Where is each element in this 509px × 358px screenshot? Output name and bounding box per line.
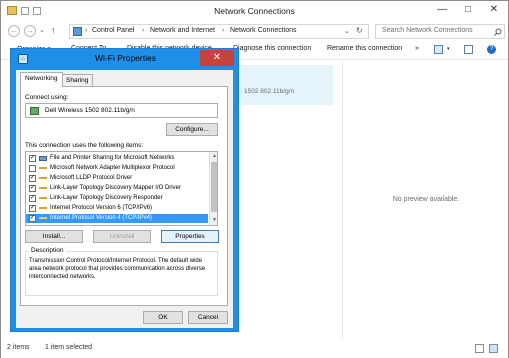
adapter-box: Dell Wireless 1502 802.11b/g/n	[25, 103, 218, 118]
configure-button[interactable]: Configure...	[166, 123, 218, 136]
protocol-icon	[39, 167, 47, 170]
selection-count: 1 item selected	[45, 344, 93, 351]
description-label: Description	[29, 247, 66, 254]
protocol-icon	[39, 197, 47, 200]
breadcrumb-separator: ›	[85, 27, 88, 34]
item-checkbox[interactable]: ✓	[29, 175, 36, 182]
tab-networking[interactable]: Networking	[20, 72, 63, 87]
list-scrollbar[interactable]: ▲ ▼	[209, 152, 217, 225]
scroll-thumb[interactable]	[211, 162, 217, 212]
list-item[interactable]: ✓ Microsoft LLDP Protocol Driver	[26, 174, 208, 183]
breadcrumb-network-connections[interactable]: Network Connections	[230, 27, 297, 34]
search-icon[interactable]	[494, 28, 502, 36]
list-item[interactable]: ✓ Internet Protocol Version 6 (TCP/IPv6)	[26, 204, 208, 213]
address-bar[interactable]: › Control Panel › Network and Internet ›…	[69, 24, 369, 39]
view-dropdown-icon[interactable]: ▾	[447, 46, 450, 52]
recent-locations-button[interactable]: ⌄	[39, 26, 45, 34]
list-item[interactable]: ✓ File and Printer Sharing for Microsoft…	[26, 154, 208, 163]
protocol-icon	[39, 207, 47, 210]
change-view-icon[interactable]	[434, 45, 443, 54]
item-label: Internet Protocol Version 6 (TCP/IPv6)	[50, 205, 153, 211]
list-item-selected[interactable]: ✓ Internet Protocol Version 4 (TCP/IPv4)	[26, 214, 208, 223]
dialog-body: Networking Sharing Connect using: Dell W…	[16, 70, 233, 328]
refresh-button[interactable]: ↻	[356, 26, 363, 35]
help-icon[interactable]: ?	[487, 45, 496, 54]
protocol-icon	[39, 177, 47, 180]
protocol-icon	[39, 217, 47, 220]
large-icons-view-icon[interactable]	[489, 344, 498, 353]
item-label: Microsoft LLDP Protocol Driver	[50, 175, 133, 181]
cancel-button[interactable]: Cancel	[188, 311, 228, 324]
item-checkbox[interactable]: ✓	[29, 205, 36, 212]
preview-message: No preview available.	[392, 196, 460, 203]
diagnose-connection-button[interactable]: Diagnose this connection	[233, 45, 311, 52]
install-button[interactable]: Install...	[25, 230, 83, 243]
description-text: Transmission Control Protocol/Internet P…	[29, 258, 206, 280]
item-label: File and Printer Sharing for Microsoft N…	[50, 155, 175, 161]
details-view-icon[interactable]	[475, 344, 484, 353]
item-count: 2 items	[7, 344, 30, 351]
protocol-icon	[39, 187, 47, 190]
scroll-up-icon[interactable]: ▲	[210, 152, 217, 161]
item-label: Microsoft Network Adapter Multiplexor Pr…	[50, 165, 175, 171]
breadcrumb-separator: ›	[142, 27, 145, 34]
address-dropdown-button[interactable]: ⌄	[344, 27, 350, 35]
components-list[interactable]: ✓ File and Printer Sharing for Microsoft…	[25, 151, 218, 226]
tab-sharing[interactable]: Sharing	[61, 74, 94, 86]
scroll-down-icon[interactable]: ▼	[210, 216, 217, 225]
list-item[interactable]: ✓ Link-Layer Topology Discovery Responde…	[26, 194, 208, 203]
item-label: Link-Layer Topology Discovery Mapper I/O…	[50, 185, 181, 191]
status-bar: 2 items 1 item selected	[1, 340, 508, 358]
close-button[interactable]: ✕	[481, 1, 507, 19]
search-input[interactable]: Search Network Connections	[375, 24, 505, 39]
item-checkbox[interactable]: ✓	[29, 185, 36, 192]
item-checkbox[interactable]: ✓	[29, 195, 36, 202]
list-item[interactable]: Microsoft Network Adapter Multiplexor Pr…	[26, 164, 208, 173]
breadcrumb-network-and-internet[interactable]: Network and Internet	[150, 27, 215, 34]
breadcrumb-control-panel[interactable]: Control Panel	[92, 27, 134, 34]
properties-button[interactable]: Properties	[161, 230, 219, 243]
list-item[interactable]: ✓ Link-Layer Topology Discovery Mapper I…	[26, 184, 208, 193]
control-panel-icon	[73, 27, 82, 36]
up-button[interactable]: ↑	[51, 25, 56, 35]
networking-panel: Connect using: Dell Wireless 1502 802.11…	[20, 86, 228, 306]
item-checkbox[interactable]: ✓	[29, 155, 36, 162]
item-label: Link-Layer Topology Discovery Responder	[50, 195, 163, 201]
preview-pane-icon[interactable]	[464, 45, 473, 54]
connect-using-label: Connect using:	[25, 94, 69, 101]
connection-adapter-label: 1502 802.11b/g/n	[244, 88, 295, 95]
maximize-button[interactable]: □	[455, 1, 481, 19]
service-icon	[39, 156, 47, 161]
preview-pane: No preview available.	[342, 61, 508, 339]
minimize-button[interactable]: —	[429, 1, 455, 19]
network-adapter-icon	[30, 107, 39, 115]
item-checkbox[interactable]	[29, 165, 36, 172]
dialog-close-button[interactable]: ✕	[200, 50, 234, 66]
item-label: Internet Protocol Version 4 (TCP/IPv4)	[50, 215, 153, 221]
back-button[interactable]: ←	[8, 25, 20, 37]
title-bar: Network Connections — □ ✕	[1, 1, 508, 21]
navigation-bar: ← → ⌄ ↑ › Control Panel › Network and In…	[1, 21, 508, 41]
search-placeholder: Search Network Connections	[382, 27, 473, 34]
more-commands-button[interactable]: »	[415, 45, 419, 52]
breadcrumb-separator: ›	[222, 27, 225, 34]
item-checkbox[interactable]: ✓	[29, 215, 36, 222]
uninstall-button[interactable]: Uninstall	[93, 230, 151, 243]
wifi-properties-dialog: ⌂ Wi-Fi Properties ✕ Networking Sharing …	[10, 48, 239, 332]
rename-connection-button[interactable]: Rename this connection	[327, 45, 402, 52]
adapter-name: Dell Wireless 1502 802.11b/g/n	[45, 107, 135, 114]
forward-button[interactable]: →	[24, 25, 36, 37]
ok-button[interactable]: OK	[143, 311, 183, 324]
items-label: This connection uses the following items…	[25, 142, 144, 149]
